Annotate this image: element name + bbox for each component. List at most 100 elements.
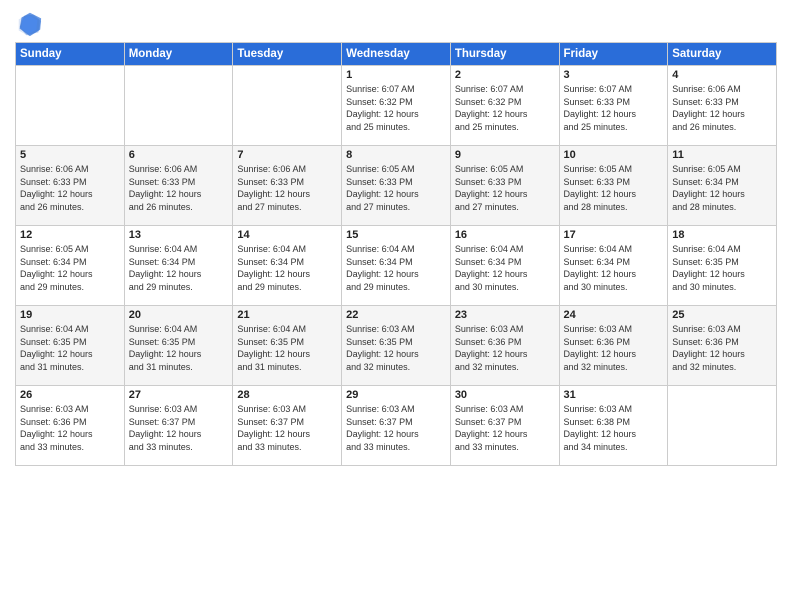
- day-info: Sunrise: 6:06 AM Sunset: 6:33 PM Dayligh…: [237, 163, 337, 213]
- day-info: Sunrise: 6:04 AM Sunset: 6:35 PM Dayligh…: [20, 323, 120, 373]
- calendar-table: SundayMondayTuesdayWednesdayThursdayFrid…: [15, 42, 777, 466]
- calendar-cell: 26 Sunrise: 6:03 AM Sunset: 6:36 PM Dayli…: [16, 386, 125, 466]
- day-info: Sunrise: 6:03 AM Sunset: 6:36 PM Dayligh…: [20, 403, 120, 453]
- day-info: Sunrise: 6:04 AM Sunset: 6:34 PM Dayligh…: [346, 243, 446, 293]
- calendar-cell: 2Sunrise: 6:07 AM Sunset: 6:32 PM Daylig…: [450, 66, 559, 146]
- day-info: Sunrise: 6:04 AM Sunset: 6:34 PM Dayligh…: [455, 243, 555, 293]
- day-number: 22: [346, 309, 446, 321]
- calendar-cell: 6 Sunrise: 6:06 AM Sunset: 6:33 PM Daylig…: [124, 146, 233, 226]
- day-number: 19: [20, 309, 120, 321]
- day-number: 16: [455, 229, 555, 241]
- day-number: 31: [564, 389, 664, 401]
- day-number: 8: [346, 149, 446, 161]
- day-number: 3: [564, 69, 664, 81]
- day-number: 20: [129, 309, 229, 321]
- day-info: Sunrise: 6:03 AM Sunset: 6:36 PM Dayligh…: [455, 323, 555, 373]
- calendar-cell: 27 Sunrise: 6:03 AM Sunset: 6:37 PM Dayli…: [124, 386, 233, 466]
- day-info: Sunrise: 6:03 AM Sunset: 6:37 PM Dayligh…: [237, 403, 337, 453]
- week-row-3: 12 Sunrise: 6:05 AM Sunset: 6:34 PM Dayli…: [16, 226, 777, 306]
- calendar-cell: 21 Sunrise: 6:04 AM Sunset: 6:35 PM Dayli…: [233, 306, 342, 386]
- day-number: 27: [129, 389, 229, 401]
- calendar-cell: 5 Sunrise: 6:06 AM Sunset: 6:33 PM Daylig…: [16, 146, 125, 226]
- calendar-cell: 29 Sunrise: 6:03 AM Sunset: 6:37 PM Dayli…: [342, 386, 451, 466]
- calendar-cell: [16, 66, 125, 146]
- calendar-cell: 25 Sunrise: 6:03 AM Sunset: 6:36 PM Dayli…: [668, 306, 777, 386]
- day-header-sunday: Sunday: [16, 43, 125, 66]
- day-number: 1: [346, 69, 446, 81]
- calendar-cell: 15 Sunrise: 6:04 AM Sunset: 6:34 PM Dayli…: [342, 226, 451, 306]
- header: [15, 10, 777, 38]
- day-number: 12: [20, 229, 120, 241]
- day-number: 11: [672, 149, 772, 161]
- day-header-thursday: Thursday: [450, 43, 559, 66]
- day-info: Sunrise: 6:03 AM Sunset: 6:36 PM Dayligh…: [672, 323, 772, 373]
- day-info: Sunrise: 6:04 AM Sunset: 6:34 PM Dayligh…: [564, 243, 664, 293]
- day-number: 23: [455, 309, 555, 321]
- calendar-cell: 9Sunrise: 6:05 AM Sunset: 6:33 PM Daylig…: [450, 146, 559, 226]
- calendar-cell: 18 Sunrise: 6:04 AM Sunset: 6:35 PM Dayli…: [668, 226, 777, 306]
- day-info: Sunrise: 6:07 AM Sunset: 6:33 PM Dayligh…: [564, 83, 664, 133]
- calendar-cell: 10 Sunrise: 6:05 AM Sunset: 6:33 PM Dayli…: [559, 146, 668, 226]
- day-number: 18: [672, 229, 772, 241]
- day-header-saturday: Saturday: [668, 43, 777, 66]
- day-info: Sunrise: 6:04 AM Sunset: 6:35 PM Dayligh…: [129, 323, 229, 373]
- day-number: 21: [237, 309, 337, 321]
- day-header-friday: Friday: [559, 43, 668, 66]
- day-info: Sunrise: 6:03 AM Sunset: 6:35 PM Dayligh…: [346, 323, 446, 373]
- calendar-cell: 24 Sunrise: 6:03 AM Sunset: 6:36 PM Dayli…: [559, 306, 668, 386]
- calendar-cell: 19 Sunrise: 6:04 AM Sunset: 6:35 PM Dayli…: [16, 306, 125, 386]
- header-row: SundayMondayTuesdayWednesdayThursdayFrid…: [16, 43, 777, 66]
- day-info: Sunrise: 6:03 AM Sunset: 6:37 PM Dayligh…: [455, 403, 555, 453]
- calendar-cell: [668, 386, 777, 466]
- day-number: 30: [455, 389, 555, 401]
- day-info: Sunrise: 6:03 AM Sunset: 6:37 PM Dayligh…: [129, 403, 229, 453]
- day-info: Sunrise: 6:04 AM Sunset: 6:34 PM Dayligh…: [237, 243, 337, 293]
- day-info: Sunrise: 6:05 AM Sunset: 6:33 PM Dayligh…: [346, 163, 446, 213]
- day-number: 29: [346, 389, 446, 401]
- day-info: Sunrise: 6:03 AM Sunset: 6:36 PM Dayligh…: [564, 323, 664, 373]
- calendar-cell: 12 Sunrise: 6:05 AM Sunset: 6:34 PM Dayli…: [16, 226, 125, 306]
- day-number: 24: [564, 309, 664, 321]
- day-info: Sunrise: 6:05 AM Sunset: 6:33 PM Dayligh…: [564, 163, 664, 213]
- day-info: Sunrise: 6:06 AM Sunset: 6:33 PM Dayligh…: [672, 83, 772, 133]
- day-info: Sunrise: 6:05 AM Sunset: 6:33 PM Dayligh…: [455, 163, 555, 213]
- day-number: 5: [20, 149, 120, 161]
- day-number: 15: [346, 229, 446, 241]
- calendar-cell: 8 Sunrise: 6:05 AM Sunset: 6:33 PM Daylig…: [342, 146, 451, 226]
- day-info: Sunrise: 6:07 AM Sunset: 6:32 PM Dayligh…: [455, 83, 555, 133]
- day-info: Sunrise: 6:04 AM Sunset: 6:35 PM Dayligh…: [237, 323, 337, 373]
- day-info: Sunrise: 6:06 AM Sunset: 6:33 PM Dayligh…: [129, 163, 229, 213]
- day-info: Sunrise: 6:07 AM Sunset: 6:32 PM Dayligh…: [346, 83, 446, 133]
- logo-icon: [15, 10, 43, 38]
- day-number: 6: [129, 149, 229, 161]
- calendar-cell: 28 Sunrise: 6:03 AM Sunset: 6:37 PM Dayli…: [233, 386, 342, 466]
- calendar-cell: 3 Sunrise: 6:07 AM Sunset: 6:33 PM Daylig…: [559, 66, 668, 146]
- calendar-cell: [124, 66, 233, 146]
- week-row-1: 1 Sunrise: 6:07 AM Sunset: 6:32 PM Daylig…: [16, 66, 777, 146]
- calendar-cell: 1 Sunrise: 6:07 AM Sunset: 6:32 PM Daylig…: [342, 66, 451, 146]
- day-info: Sunrise: 6:03 AM Sunset: 6:37 PM Dayligh…: [346, 403, 446, 453]
- day-number: 10: [564, 149, 664, 161]
- day-info: Sunrise: 6:04 AM Sunset: 6:35 PM Dayligh…: [672, 243, 772, 293]
- calendar-cell: 31Sunrise: 6:03 AM Sunset: 6:38 PM Dayli…: [559, 386, 668, 466]
- day-info: Sunrise: 6:05 AM Sunset: 6:34 PM Dayligh…: [672, 163, 772, 213]
- day-info: Sunrise: 6:05 AM Sunset: 6:34 PM Dayligh…: [20, 243, 120, 293]
- day-header-tuesday: Tuesday: [233, 43, 342, 66]
- calendar-cell: 14 Sunrise: 6:04 AM Sunset: 6:34 PM Dayli…: [233, 226, 342, 306]
- day-info: Sunrise: 6:06 AM Sunset: 6:33 PM Dayligh…: [20, 163, 120, 213]
- calendar-cell: 7 Sunrise: 6:06 AM Sunset: 6:33 PM Daylig…: [233, 146, 342, 226]
- logo: [15, 10, 45, 38]
- day-number: 28: [237, 389, 337, 401]
- day-number: 25: [672, 309, 772, 321]
- day-number: 13: [129, 229, 229, 241]
- day-number: 7: [237, 149, 337, 161]
- day-number: 17: [564, 229, 664, 241]
- day-number: 26: [20, 389, 120, 401]
- day-info: Sunrise: 6:04 AM Sunset: 6:34 PM Dayligh…: [129, 243, 229, 293]
- week-row-2: 5 Sunrise: 6:06 AM Sunset: 6:33 PM Daylig…: [16, 146, 777, 226]
- calendar-cell: 17 Sunrise: 6:04 AM Sunset: 6:34 PM Dayli…: [559, 226, 668, 306]
- day-number: 14: [237, 229, 337, 241]
- calendar-cell: 30 Sunrise: 6:03 AM Sunset: 6:37 PM Dayli…: [450, 386, 559, 466]
- calendar-cell: 11 Sunrise: 6:05 AM Sunset: 6:34 PM Dayli…: [668, 146, 777, 226]
- calendar-cell: 22 Sunrise: 6:03 AM Sunset: 6:35 PM Dayli…: [342, 306, 451, 386]
